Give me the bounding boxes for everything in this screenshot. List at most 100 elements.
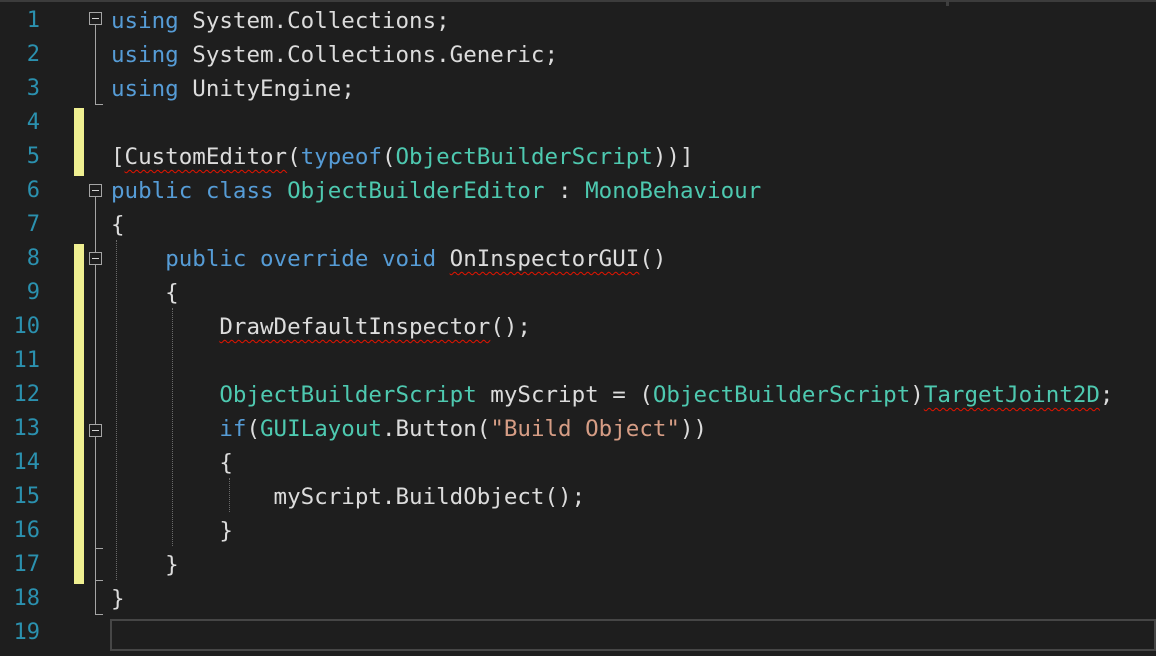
outline-end xyxy=(95,580,103,581)
code-token: using xyxy=(111,42,179,68)
code-token: ( xyxy=(246,416,261,442)
line-number: 14 xyxy=(13,450,41,475)
code-text[interactable]: } xyxy=(111,578,125,612)
line-number: 11 xyxy=(13,348,41,373)
code-text[interactable]: using System.Collections.Generic; xyxy=(111,34,558,68)
code-text[interactable]: { xyxy=(111,272,179,306)
code-line-13[interactable]: 13 if(GUILayout.Button("Build Object")) xyxy=(0,408,1156,442)
error-token: TargetJoint2D xyxy=(923,382,1100,408)
indent-guide xyxy=(229,478,230,512)
code-token: ; xyxy=(1099,382,1114,408)
line-number: 1 xyxy=(26,8,40,33)
code-text[interactable]: using System.Collections; xyxy=(111,0,450,34)
code-token: ( xyxy=(381,144,396,170)
code-text[interactable]: myScript.BuildObject(); xyxy=(111,476,586,510)
code-line-1[interactable]: 1 using System.Collections; xyxy=(0,0,1156,34)
collapse-icon[interactable] xyxy=(89,424,102,437)
code-text[interactable]: using UnityEngine; xyxy=(111,68,355,102)
code-text[interactable]: DrawDefaultInspector(); xyxy=(111,306,531,340)
code-token: public xyxy=(111,178,193,204)
line-number: 4 xyxy=(26,110,40,135)
code-token: )) xyxy=(679,416,708,442)
indent-guide xyxy=(172,308,173,546)
code-line-4[interactable]: 4 xyxy=(0,102,1156,136)
error-token: DrawDefaultInspector xyxy=(219,314,491,340)
code-line-11[interactable]: 11 xyxy=(0,340,1156,374)
code-line-5[interactable]: 5 [CustomEditor(typeof(ObjectBuilderScrip… xyxy=(0,136,1156,170)
code-line-7[interactable]: 7{ xyxy=(0,204,1156,238)
code-line-15[interactable]: 15 myScript.BuildObject(); xyxy=(0,476,1156,510)
line-number: 9 xyxy=(26,280,40,305)
collapse-icon[interactable] xyxy=(89,184,102,197)
line-number: 18 xyxy=(13,586,41,611)
outline-end xyxy=(95,104,103,105)
code-token: typeof xyxy=(300,144,382,170)
code-line-9[interactable]: 9 { xyxy=(0,272,1156,306)
code-token: UnityEngine; xyxy=(178,76,355,102)
collapse-icon[interactable] xyxy=(89,252,102,265)
indent-guide xyxy=(116,240,117,580)
code-token: if xyxy=(219,416,247,442)
code-text[interactable]: public override void OnInspectorGUI() xyxy=(111,238,666,272)
collapse-icon[interactable] xyxy=(89,12,102,25)
code-line-2[interactable]: 2 using System.Collections.Generic; xyxy=(0,34,1156,68)
code-line-10[interactable]: 10 DrawDefaultInspector(); xyxy=(0,306,1156,340)
line-number: 3 xyxy=(26,76,40,101)
line-number: 5 xyxy=(26,144,40,169)
code-token: ObjectBuilderEditor xyxy=(287,178,545,204)
code-token: ) xyxy=(910,382,924,408)
code-token: .Button( xyxy=(381,416,491,442)
code-text[interactable]: { xyxy=(111,204,125,238)
code-line-14[interactable]: 14 { xyxy=(0,442,1156,476)
code-line-6[interactable]: 6 public class ObjectBuilderEditor : Mono… xyxy=(0,170,1156,204)
current-line-highlight xyxy=(110,619,1156,651)
code-token: using xyxy=(111,8,179,34)
line-number: 12 xyxy=(13,382,41,407)
code-token: ( xyxy=(287,144,301,170)
code-line-3[interactable]: 3 using UnityEngine; xyxy=(0,68,1156,102)
code-token: System.Collections.Generic; xyxy=(178,42,559,68)
code-text[interactable]: } xyxy=(111,544,179,578)
error-token: OnInspectorGUI xyxy=(449,246,640,272)
code-token: [ xyxy=(111,144,125,170)
code-line-12[interactable]: 12 ObjectBuilderScript myScript = (Objec… xyxy=(0,374,1156,408)
code-text[interactable]: ObjectBuilderScript myScript = (ObjectBu… xyxy=(111,374,1113,408)
line-number: 8 xyxy=(26,246,40,271)
code-token: void xyxy=(381,246,437,272)
error-token: CustomEditor xyxy=(124,144,288,170)
code-token: ObjectBuilderScript xyxy=(395,144,653,170)
code-token: "Build Object" xyxy=(490,416,680,442)
code-token: ObjectBuilderScript xyxy=(652,382,911,408)
code-line-16[interactable]: 16 } xyxy=(0,510,1156,544)
code-token: System.Collections; xyxy=(178,8,450,34)
change-marker xyxy=(74,244,84,584)
code-editor[interactable]: 1 using System.Collections; 2 using System… xyxy=(0,0,1156,656)
code-token: using xyxy=(111,76,179,102)
code-token: GUILayout xyxy=(260,416,382,442)
code-token: () xyxy=(639,246,667,272)
code-token: myScript.BuildObject(); xyxy=(111,484,586,510)
line-number: 16 xyxy=(13,518,41,543)
code-text[interactable]: public class ObjectBuilderEditor : MonoB… xyxy=(111,170,761,204)
code-line-8[interactable]: 8 public override void OnInspectorGUI() xyxy=(0,238,1156,272)
code-token: ObjectBuilderScript xyxy=(219,382,477,408)
code-token: override xyxy=(260,246,369,272)
code-line-17[interactable]: 17 } xyxy=(0,544,1156,578)
code-line-18[interactable]: 18} xyxy=(0,578,1156,612)
line-number: 6 xyxy=(26,178,40,203)
code-token: myScript = ( xyxy=(476,382,653,408)
outline-line xyxy=(95,25,96,105)
line-number: 13 xyxy=(13,416,41,441)
code-token: } xyxy=(111,586,125,612)
code-text[interactable]: if(GUILayout.Button("Build Object")) xyxy=(111,408,707,442)
code-text[interactable]: [CustomEditor(typeof(ObjectBuilderScript… xyxy=(111,136,694,170)
code-token: { xyxy=(111,212,125,238)
line-number: 17 xyxy=(13,552,41,577)
